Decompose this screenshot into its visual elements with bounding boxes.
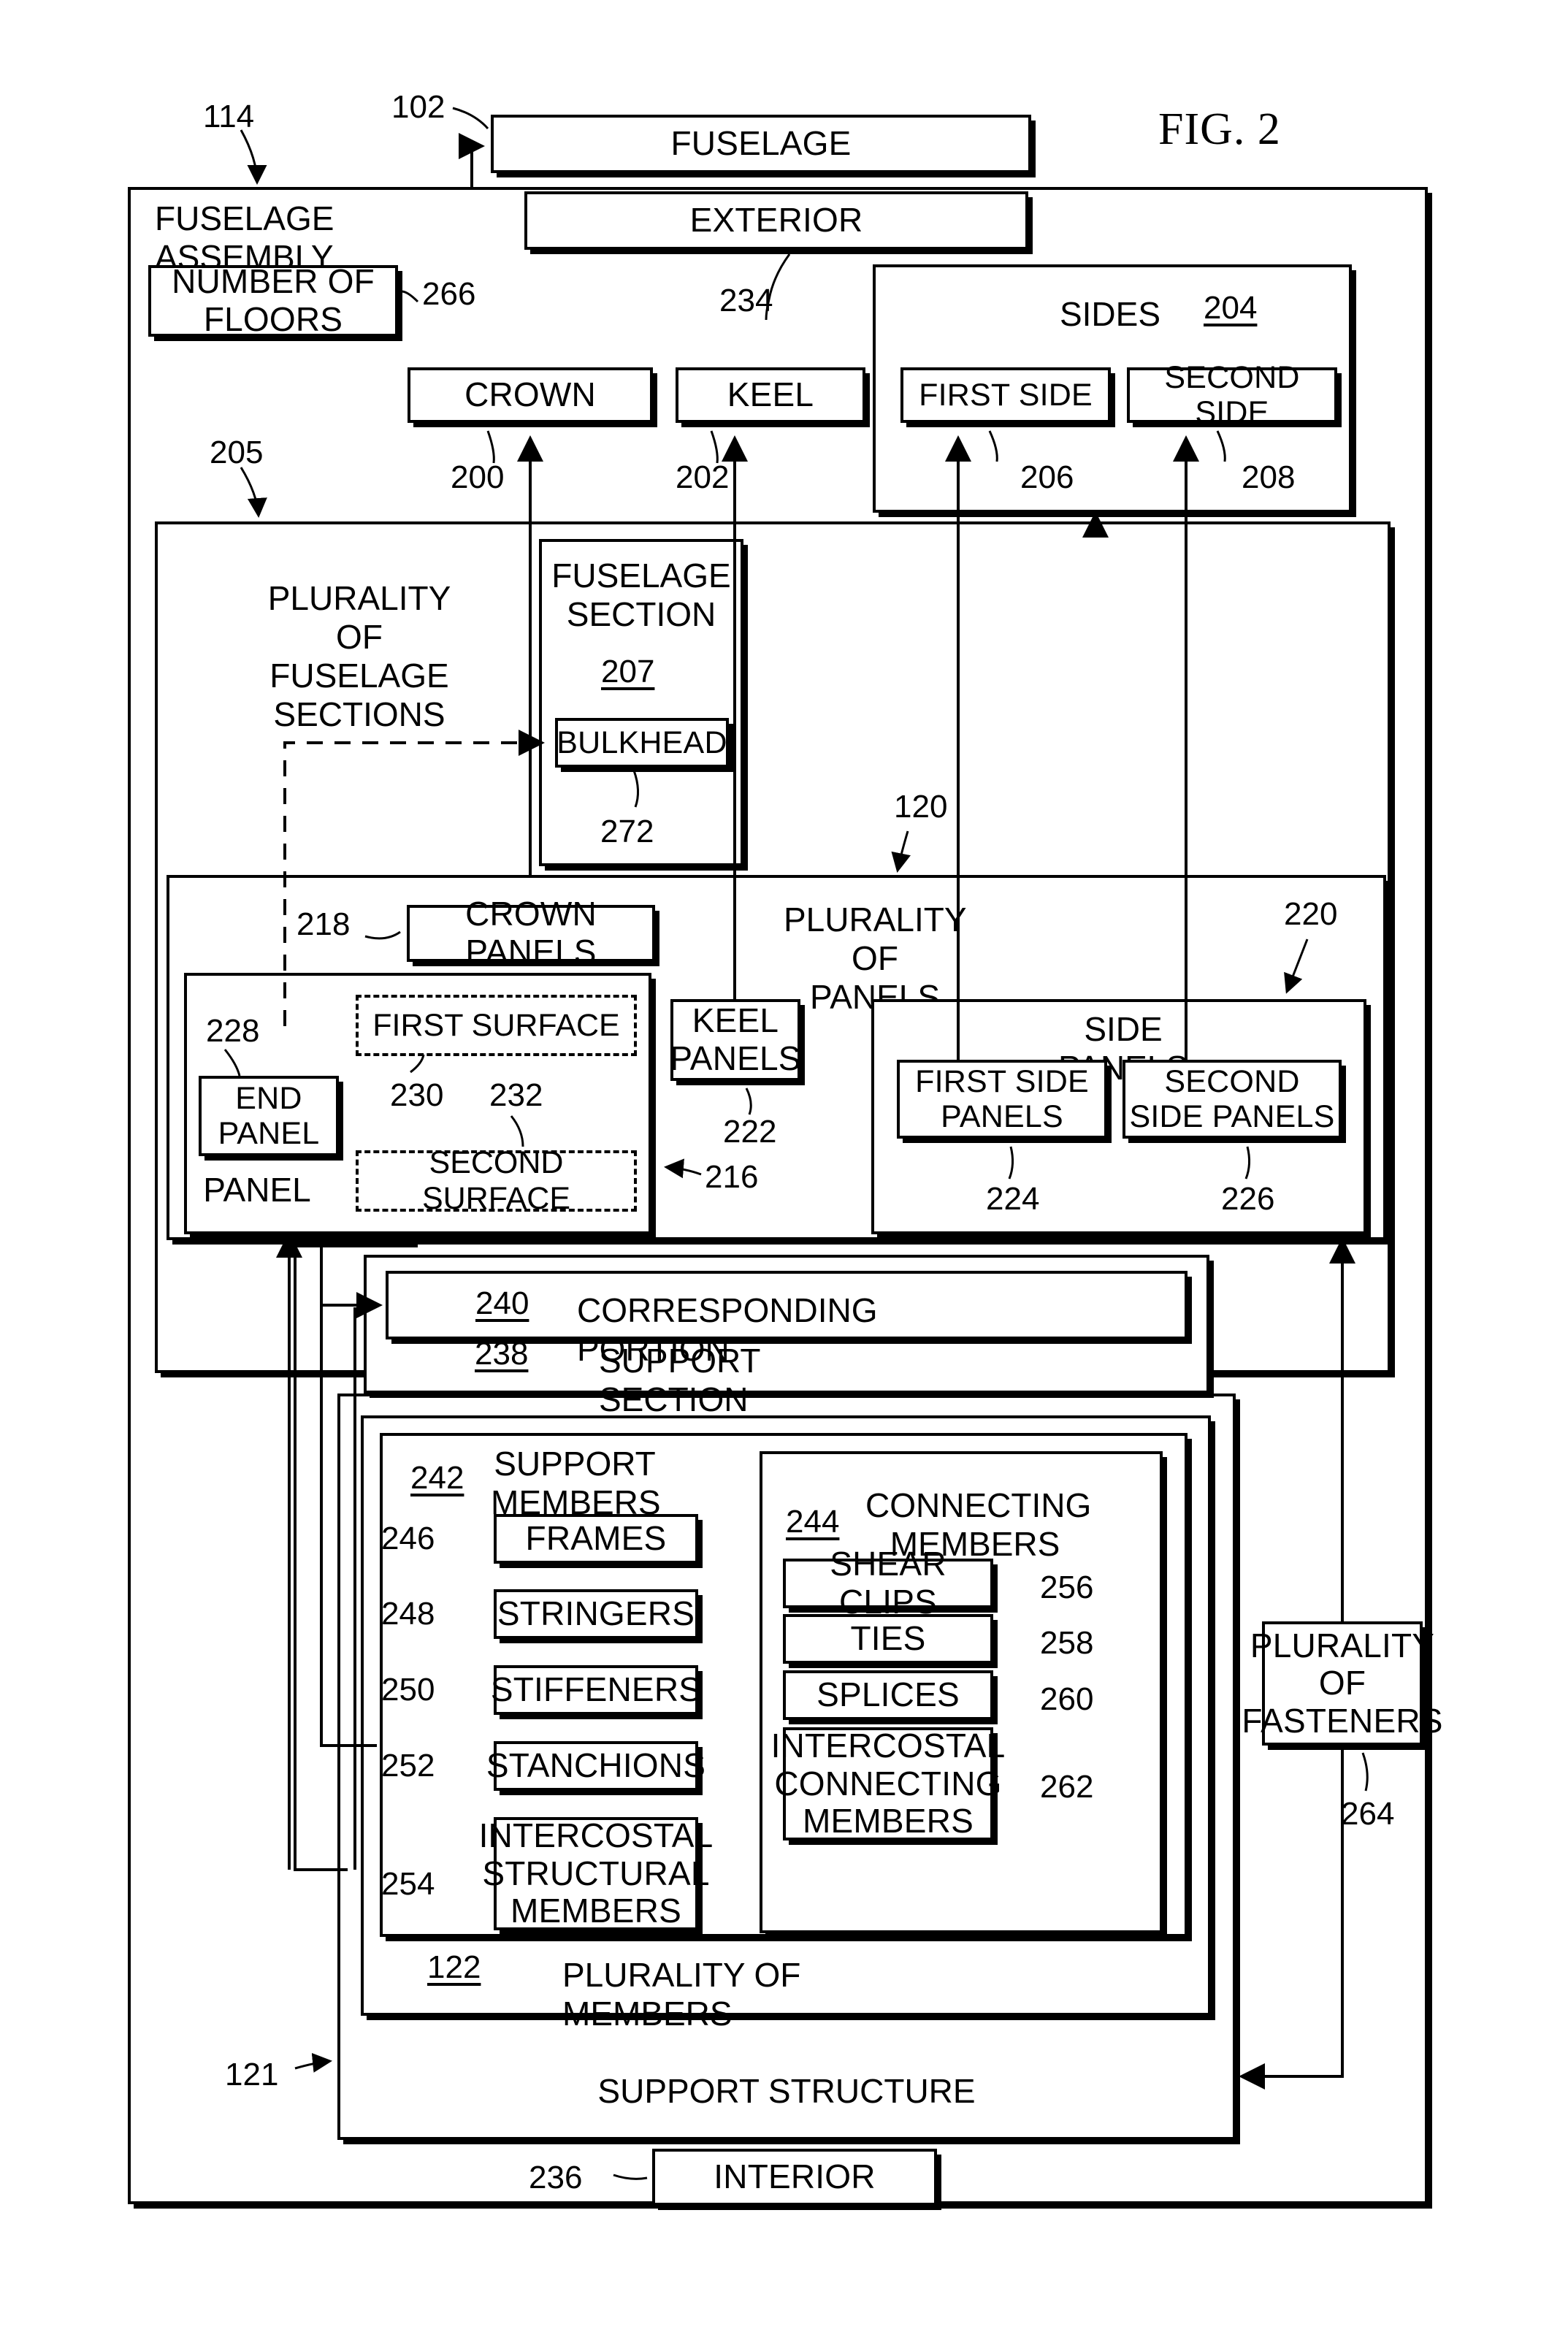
shear-clips-box: SHEAR CLIPS — [783, 1545, 993, 1621]
intercostal-structural-members-box: INTERCOSTAL STRUCTURAL MEMBERS — [478, 1816, 714, 1930]
intercostal-connecting-members-box: INTERCOSTAL CONNECTING MEMBERS — [770, 1727, 1006, 1840]
leader-102 — [452, 107, 489, 130]
fuselage-section-label: FUSELAGE SECTION — [551, 557, 731, 633]
corresponding-portion-label: CORRESPONDING PORTION — [577, 1291, 878, 1368]
ref-238: 238 — [475, 1336, 529, 1372]
ref-114: 114 — [203, 99, 255, 134]
keel-panels-box: KEEL PANELS — [670, 999, 800, 1081]
ref-272: 272 — [600, 814, 654, 849]
stiffeners-box: STIFFENERS — [491, 1665, 701, 1715]
ref-248: 248 — [381, 1596, 435, 1632]
ref-216: 216 — [705, 1159, 759, 1195]
ref-246: 246 — [381, 1521, 435, 1556]
sides-label: SIDES — [1059, 295, 1161, 333]
support-structure-label: SUPPORT STRUCTURE — [597, 2072, 976, 2110]
ref-228: 228 — [206, 1013, 260, 1049]
crown-box: CROWN — [408, 367, 653, 423]
keel-box: KEEL — [676, 367, 865, 423]
ref-252: 252 — [381, 1748, 435, 1784]
ref-232: 232 — [489, 1077, 543, 1113]
ref-206: 206 — [1020, 459, 1074, 495]
ref-102: 102 — [391, 89, 445, 125]
ref-226: 226 — [1221, 1181, 1275, 1217]
ref-200: 200 — [451, 459, 505, 495]
ref-122: 122 — [427, 1949, 481, 1985]
ties-box: TIES — [783, 1614, 993, 1664]
ref-244: 244 — [786, 1504, 840, 1540]
ref-208: 208 — [1242, 459, 1296, 495]
ref-236: 236 — [529, 2160, 583, 2195]
interior-box: INTERIOR — [652, 2149, 937, 2206]
second-surface-box: SECOND SURFACE — [356, 1145, 637, 1216]
ref-240: 240 — [475, 1285, 529, 1321]
number-of-floors-box: NUMBER OF FLOORS — [148, 263, 398, 338]
ref-266: 266 — [422, 276, 476, 312]
stanchions-box: STANCHIONS — [486, 1741, 705, 1791]
ref-260: 260 — [1040, 1681, 1094, 1717]
ref-205: 205 — [210, 435, 264, 470]
second-side-panels-box: SECOND SIDE PANELS — [1123, 1060, 1342, 1139]
stringers-box: STRINGERS — [494, 1589, 698, 1639]
conn-assembly-to-fuselage — [459, 133, 485, 187]
ref-254: 254 — [381, 1866, 435, 1902]
plurality-of-fasteners-box: PLURALITY OF FASTENERS — [1242, 1621, 1442, 1746]
panel-label: PANEL — [203, 1171, 311, 1209]
ref-222: 222 — [723, 1114, 777, 1150]
fuselage-box: FUSELAGE — [491, 115, 1031, 173]
ref-121: 121 — [225, 2057, 279, 2092]
ref-262: 262 — [1040, 1769, 1094, 1805]
end-panel-box: END PANEL — [199, 1076, 339, 1156]
exterior-box: EXTERIOR — [524, 191, 1028, 250]
plurality-of-fuselage-sections-label: PLURALITY OF FUSELAGE SECTIONS — [267, 579, 451, 733]
ref-264: 264 — [1341, 1796, 1395, 1832]
ref-202: 202 — [676, 459, 730, 495]
ref-256: 256 — [1040, 1570, 1094, 1605]
ref-207: 207 — [601, 654, 655, 689]
first-surface-box: FIRST SURFACE — [356, 995, 637, 1056]
figure-title: FIG. 2 — [1158, 104, 1281, 154]
frames-box: FRAMES — [494, 1514, 698, 1564]
ref-258: 258 — [1040, 1625, 1094, 1661]
figure-canvas: FIG. 2 FUSELAGE 102 114 FUSELAGE ASSEMBL… — [0, 0, 1568, 2351]
ref-218: 218 — [297, 906, 351, 942]
ref-220: 220 — [1284, 896, 1338, 932]
ref-120: 120 — [894, 789, 948, 825]
crown-panels-box: CROWN PANELS — [407, 895, 655, 971]
support-members-label: SUPPORT MEMBERS — [491, 1445, 661, 1521]
ref-224: 224 — [986, 1181, 1040, 1217]
ref-204: 204 — [1204, 290, 1258, 326]
ref-250: 250 — [381, 1672, 435, 1708]
plurality-of-members-label: PLURALITY OF MEMBERS — [562, 1956, 801, 2033]
leader-114 — [240, 129, 267, 185]
ref-230: 230 — [390, 1077, 444, 1113]
ref-234: 234 — [719, 283, 773, 318]
first-side-box: FIRST SIDE — [900, 367, 1111, 423]
second-side-box: SECOND SIDE — [1127, 360, 1337, 430]
ref-242: 242 — [410, 1460, 464, 1496]
splices-box: SPLICES — [783, 1670, 993, 1720]
bulkhead-box: BULKHEAD — [555, 718, 729, 768]
first-side-panels-box: FIRST SIDE PANELS — [897, 1060, 1107, 1139]
